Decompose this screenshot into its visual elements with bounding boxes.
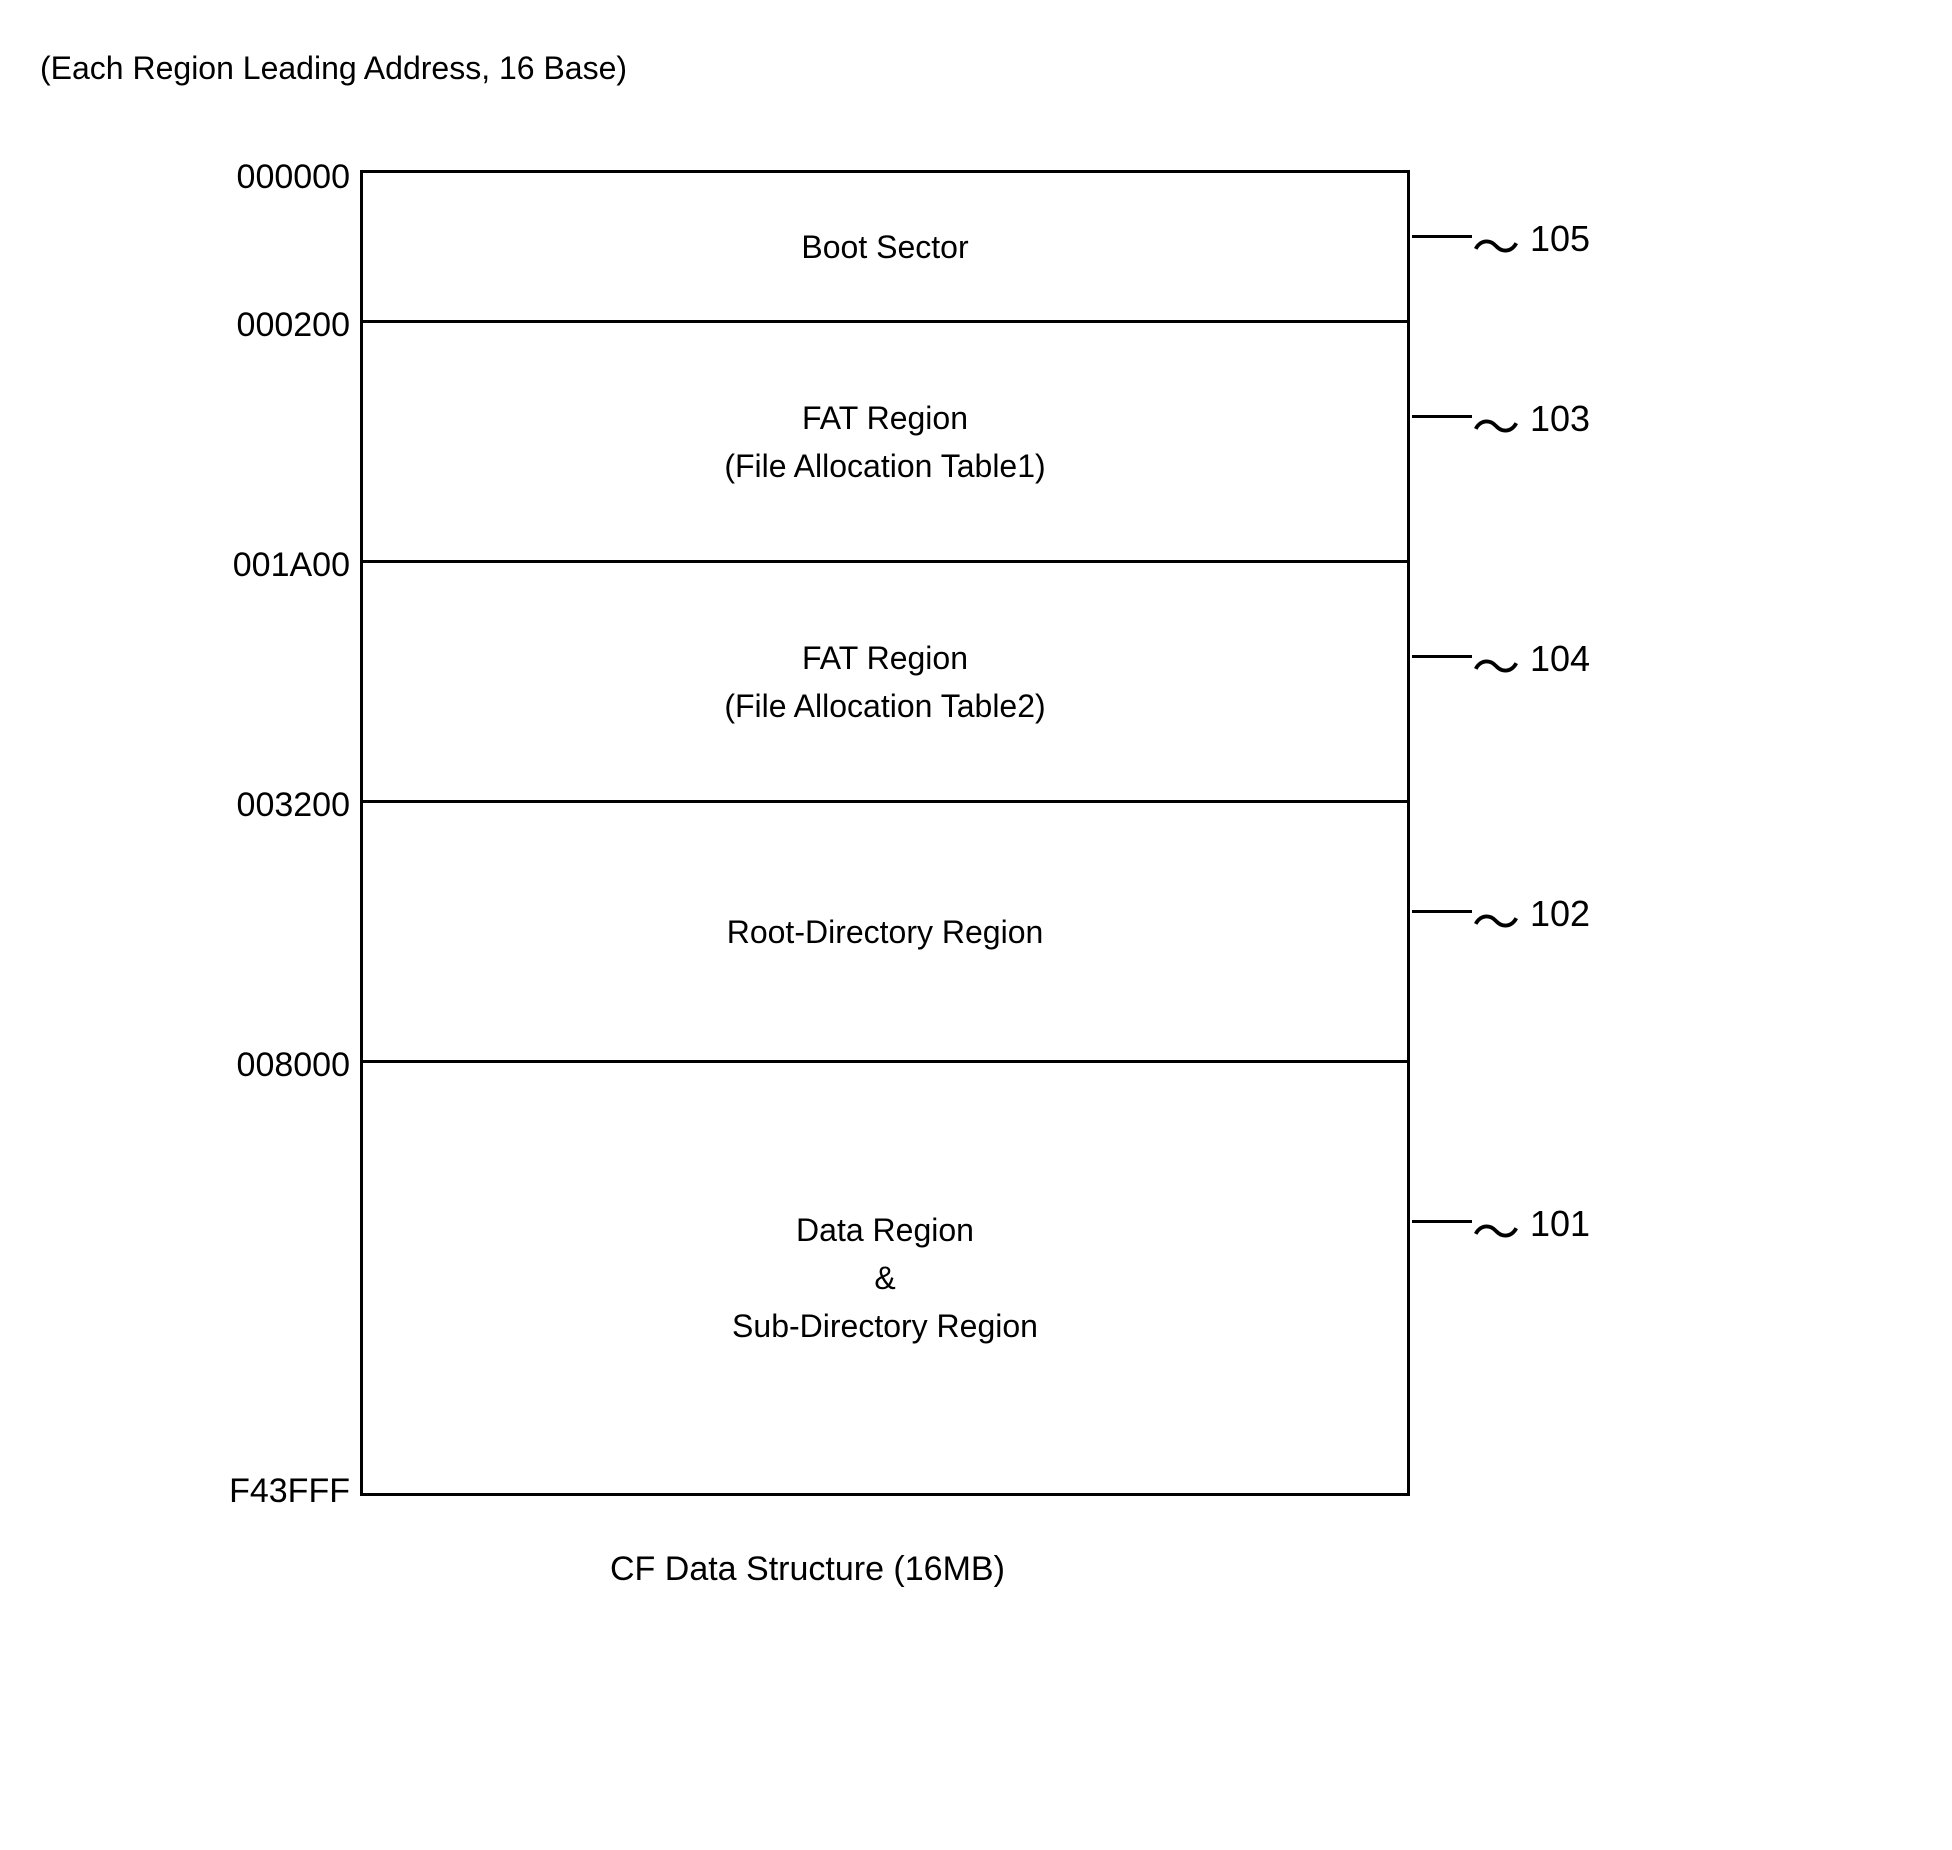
region-label: Root-Directory Region [727,908,1044,956]
region-label: FAT Region [802,394,968,442]
region-boot-sector: Boot Sector [363,173,1407,323]
region-sublabel: Sub-Directory Region [732,1302,1038,1350]
region-label: Boot Sector [801,223,968,271]
caption-text: CF Data Structure (16MB) [610,1550,1005,1589]
region-sublabel: (File Allocation Table1) [724,442,1045,490]
memory-map: Boot Sector FAT Region (File Allocation … [360,170,1410,1496]
tilde-icon: 〜 [1472,208,1520,278]
ref-101: 101 [1530,1203,1590,1245]
diagram-container: (Each Region Leading Address, 16 Base) 0… [40,40,1910,1810]
tilde-icon: 〜 [1472,1193,1520,1263]
lead-line [1412,655,1472,658]
ref-104: 104 [1530,638,1590,680]
address-1: 000200 [170,306,350,345]
ref-103: 103 [1530,398,1590,440]
ref-105: 105 [1530,218,1590,260]
lead-line [1412,910,1472,913]
region-label: FAT Region [802,634,968,682]
lead-line [1412,1220,1472,1223]
lead-line [1412,415,1472,418]
address-0: 000000 [170,158,350,197]
address-2: 001A00 [170,546,350,585]
region-root-directory: Root-Directory Region [363,803,1407,1063]
region-sublabel: & [874,1254,895,1302]
address-4: 008000 [170,1046,350,1085]
region-fat2: FAT Region (File Allocation Table2) [363,563,1407,803]
tilde-icon: 〜 [1472,883,1520,953]
lead-line [1412,235,1472,238]
address-3: 003200 [170,786,350,825]
region-label: Data Region [796,1206,974,1254]
region-sublabel: (File Allocation Table2) [724,682,1045,730]
tilde-icon: 〜 [1472,628,1520,698]
region-fat1: FAT Region (File Allocation Table1) [363,323,1407,563]
tilde-icon: 〜 [1472,388,1520,458]
ref-102: 102 [1530,893,1590,935]
region-data: Data Region & Sub-Directory Region [363,1063,1407,1493]
address-5: F43FFF [170,1472,350,1511]
header-text: (Each Region Leading Address, 16 Base) [40,50,627,87]
